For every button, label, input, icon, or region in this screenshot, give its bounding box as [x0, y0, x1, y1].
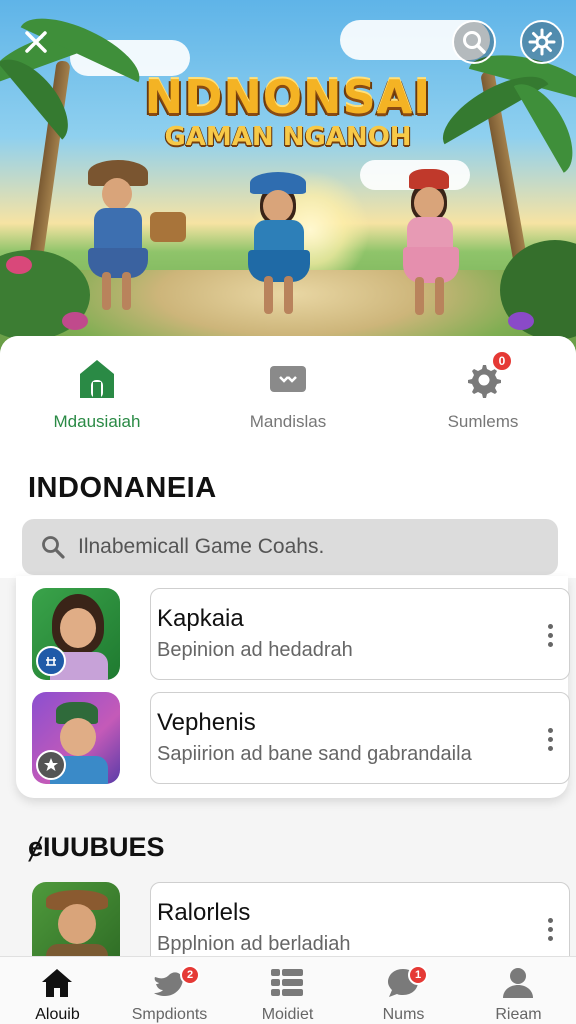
character-left	[80, 160, 190, 310]
nav-item-messages[interactable]: 1 Nums	[346, 963, 461, 1023]
list-item[interactable]: Kapkaia Bepinion ad hedadrah	[32, 588, 570, 680]
list-item[interactable]: Vephenis Sapiirion ad bane sand gabranda…	[32, 692, 570, 784]
character-right	[395, 165, 485, 315]
notification-badge: 0	[491, 350, 513, 372]
profile-icon	[499, 965, 537, 1001]
list-item-content: Kapkaia Bepinion ad hedadrah	[150, 588, 570, 680]
search-icon	[463, 31, 486, 54]
more-options-button[interactable]	[545, 615, 555, 655]
game-name: Ralorlels	[157, 899, 251, 926]
search-bar[interactable]	[22, 519, 558, 575]
nav-label: Moidiet	[261, 1006, 314, 1023]
nav-item-grid[interactable]: Moidiet	[230, 963, 345, 1023]
content-sheet: Mdausiaiah Mandislas 0 Sumlems INDONANEI…	[0, 336, 576, 974]
search-button[interactable]	[452, 20, 496, 64]
nav-item-profile[interactable]: Rieam	[461, 963, 576, 1023]
game-name: Vephenis	[157, 709, 256, 736]
nav-label: Rieam	[495, 1006, 542, 1023]
bottom-navigation: Alouib 2 Smpdionts Moidiet 1 Nums Rieam	[0, 956, 576, 1024]
notification-badge: 2	[180, 965, 200, 985]
game-description: Bepinion ad hedadrah	[157, 639, 353, 661]
nav-label: Nums	[382, 1006, 425, 1023]
more-options-button[interactable]	[545, 719, 555, 759]
game-thumbnail	[32, 692, 120, 784]
game-thumbnail	[32, 588, 120, 680]
section-title: INDONANEIA	[28, 472, 217, 504]
tab-label: Mandislas	[249, 412, 327, 431]
home-icon	[38, 965, 76, 1001]
list-item-content: Vephenis Sapiirion ad bane sand gabranda…	[150, 692, 570, 784]
nav-item-social[interactable]: 2 Smpdionts	[112, 963, 227, 1023]
flower	[6, 256, 32, 274]
flower	[508, 312, 534, 330]
tab-label: Sumlems	[447, 412, 519, 431]
home-icon	[77, 358, 117, 400]
game-description: Bpplnion ad berladiah	[157, 933, 351, 955]
basket	[150, 212, 186, 242]
notification-badge: 1	[408, 965, 428, 985]
tab-settings[interactable]: 0 Sumlems	[398, 350, 568, 436]
game-name: Kapkaia	[157, 605, 244, 632]
tab-bar: Mdausiaiah Mandislas 0 Sumlems	[0, 336, 576, 448]
game-subtitle: GAMAN NGANOH	[164, 122, 412, 152]
tab-games[interactable]: Mandislas	[203, 356, 373, 436]
controller-icon	[268, 358, 308, 400]
tab-label: Mdausiaiah	[53, 412, 141, 431]
hero-banner: NDNONSAI GAMAN NGANOH	[0, 0, 576, 360]
more-options-button[interactable]	[545, 909, 555, 949]
gear-icon	[528, 28, 556, 56]
tab-home[interactable]: Mdausiaiah	[12, 356, 182, 436]
coin-icon	[36, 646, 66, 676]
nav-label: Smpdionts	[131, 1006, 208, 1023]
flower	[62, 312, 88, 330]
settings-button[interactable]	[520, 20, 564, 64]
grid-icon	[268, 965, 306, 1001]
app-screen: NDNONSAI GAMAN NGANOH Mdausiaiah Mandisl…	[0, 0, 576, 1024]
game-title: NDNONSAI	[144, 70, 432, 124]
close-button[interactable]	[18, 24, 54, 60]
search-input[interactable]	[78, 535, 538, 559]
close-icon	[25, 31, 47, 53]
game-description: Sapiirion ad bane sand gabrandaila	[157, 743, 472, 765]
section-title: ɇIUUBUES	[28, 832, 165, 862]
nav-item-home[interactable]: Alouib	[0, 963, 115, 1023]
nav-label: Alouib	[35, 1006, 80, 1023]
search-icon	[42, 536, 65, 559]
character-center	[236, 170, 326, 315]
star-icon	[36, 750, 66, 780]
